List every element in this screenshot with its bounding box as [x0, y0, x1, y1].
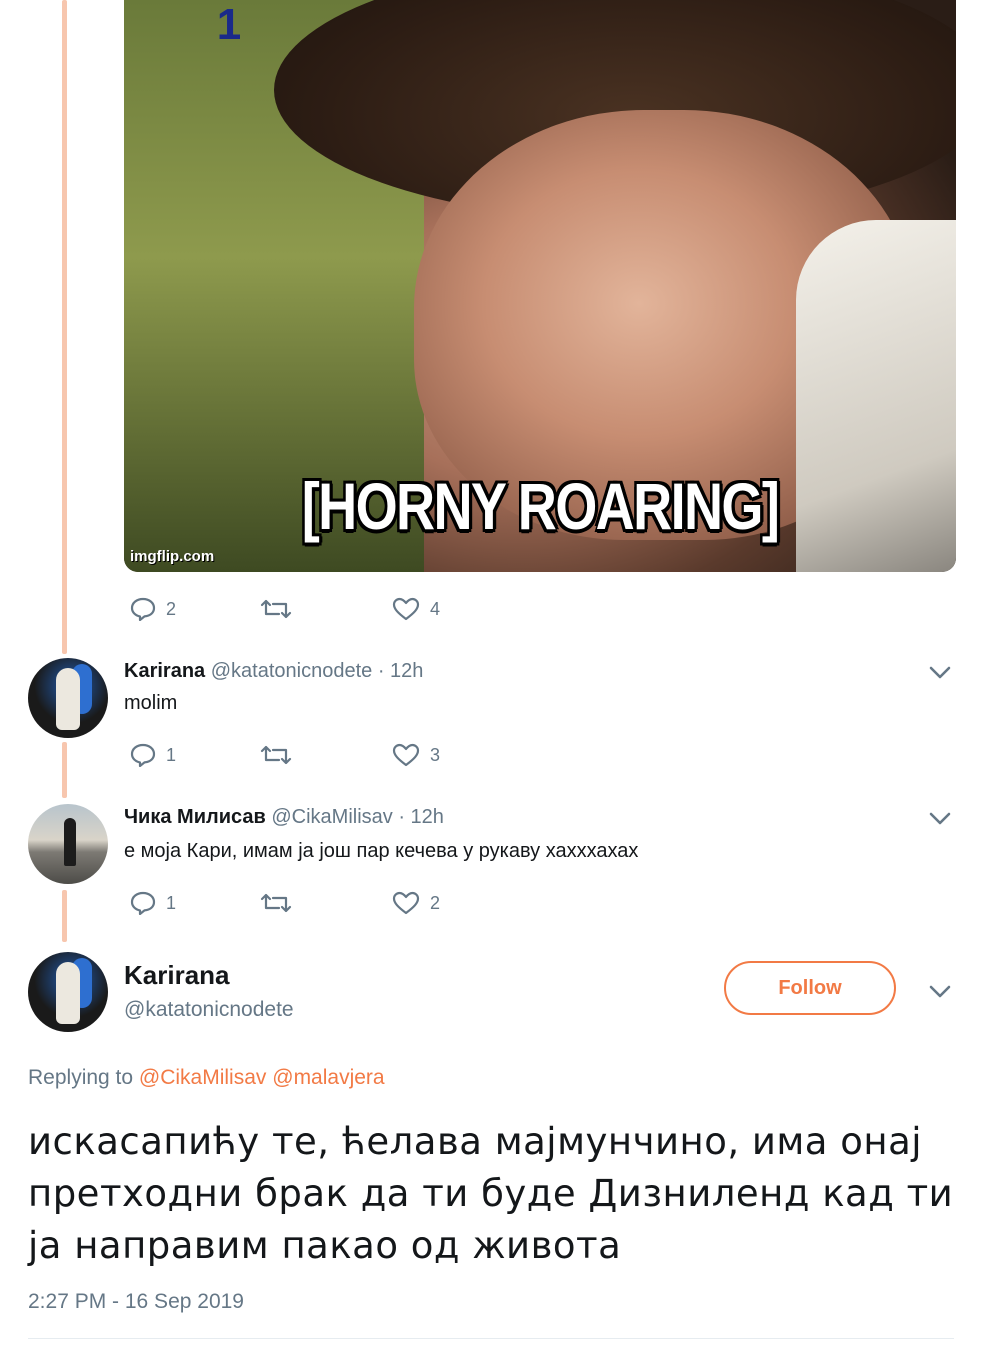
like-button[interactable]: 2	[392, 891, 440, 915]
thread-line	[62, 0, 67, 654]
avatar-detail	[64, 818, 76, 866]
username[interactable]: @CikaMilisav	[271, 806, 392, 828]
reply-count: 1	[166, 892, 177, 913]
like-count: 3	[430, 744, 441, 765]
mention-link[interactable]: @malavjera	[272, 1066, 384, 1089]
avatar-detail	[56, 668, 80, 730]
username[interactable]: @katatonicnodete	[211, 660, 373, 682]
retweet-button[interactable]	[260, 743, 292, 767]
like-button[interactable]: 4	[392, 597, 440, 621]
like-icon	[392, 891, 420, 915]
tweet-media-image[interactable]: 1 [HORNY ROARING] imgflip.com	[124, 0, 956, 572]
mention-link[interactable]: @CikaMilisav	[139, 1066, 267, 1089]
reply-header: Чика Милисав @CikaMilisav · 12h	[124, 806, 444, 829]
chevron-down-icon[interactable]	[929, 666, 951, 680]
reply-button[interactable]: 1	[130, 743, 176, 767]
like-button[interactable]: 3	[392, 743, 440, 767]
display-name[interactable]: Karirana	[124, 660, 205, 682]
channel-logo: 1	[216, 0, 242, 49]
avatar[interactable]	[28, 658, 108, 738]
replying-to: Replying to @CikaMilisav @malavjera	[28, 1066, 385, 1090]
thread-line	[62, 742, 67, 798]
username[interactable]: @katatonicnodete	[124, 998, 294, 1022]
timestamp[interactable]: · 12h	[398, 806, 444, 828]
thread-line	[62, 890, 67, 942]
timestamp[interactable]: · 12h	[378, 660, 424, 682]
retweet-icon	[260, 599, 292, 619]
display-name[interactable]: Karirana	[124, 960, 230, 991]
replying-prefix: Replying to	[28, 1066, 134, 1089]
reply-icon	[130, 891, 156, 915]
display-name[interactable]: Чика Милисав	[124, 806, 266, 828]
reply-count: 2	[166, 598, 177, 619]
follow-button[interactable]: Follow	[724, 961, 896, 1015]
imgflip-watermark: imgflip.com	[130, 548, 215, 565]
reply-button[interactable]: 2	[130, 597, 176, 621]
retweet-button[interactable]	[260, 891, 292, 915]
avatar[interactable]	[28, 804, 108, 884]
tweet-text: искасапићу те, ћелава мајмунчино, има он…	[28, 1120, 954, 1267]
reply-icon	[130, 597, 156, 621]
avatar-detail	[56, 962, 80, 1024]
avatar[interactable]	[28, 952, 108, 1032]
tweet-timestamp[interactable]: 2:27 PM - 16 Sep 2019	[28, 1290, 244, 1314]
chevron-down-icon[interactable]	[929, 985, 951, 999]
like-count: 4	[430, 598, 441, 619]
reply-header: Karirana @katatonicnodete · 12h	[124, 660, 423, 683]
like-icon	[392, 743, 420, 767]
chevron-down-icon[interactable]	[929, 812, 951, 826]
like-count: 2	[430, 892, 441, 913]
divider	[28, 1338, 954, 1339]
retweet-button[interactable]	[260, 597, 292, 621]
retweet-icon	[260, 745, 292, 765]
reply-icon	[130, 743, 156, 767]
reply-button[interactable]: 1	[130, 891, 176, 915]
meme-caption: [HORNY ROARING]	[301, 469, 780, 543]
reply-count: 1	[166, 744, 177, 765]
reply-text: е моја Кари, имам ја још пар кечева у ру…	[124, 840, 639, 862]
like-icon	[392, 597, 420, 621]
reply-text: molim	[124, 692, 178, 714]
retweet-icon	[260, 893, 292, 913]
